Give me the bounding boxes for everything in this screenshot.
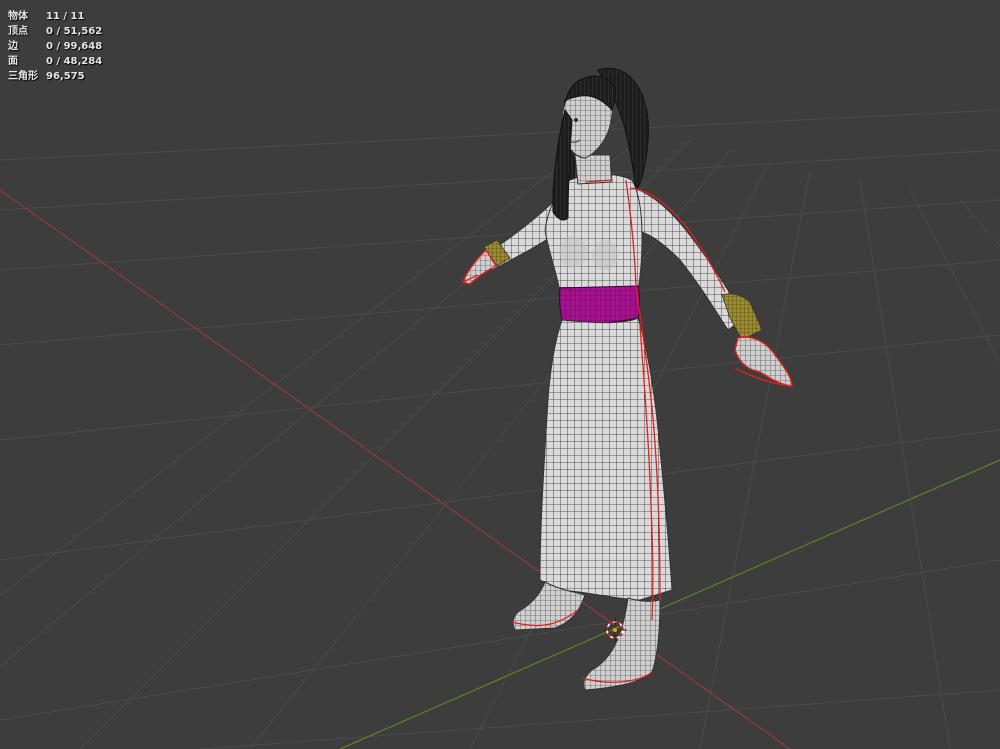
viewport-scene[interactable] — [0, 0, 1000, 749]
stat-row-objects: 物体 11 / 11 — [8, 9, 102, 24]
stat-value: 0 / 48,284 — [46, 56, 103, 67]
stat-value: 11 / 11 — [46, 11, 85, 22]
stat-value: 0 / 99,648 — [46, 41, 103, 52]
stat-row-vertices: 顶点 0 / 51,562 — [8, 24, 102, 39]
stat-label: 边 — [8, 41, 18, 52]
stat-label: 三角形 — [8, 71, 38, 82]
stat-value: 96,575 — [46, 71, 85, 82]
character-mesh-icon[interactable] — [462, 67, 793, 691]
3d-viewport[interactable]: 物体 11 / 11 顶点 0 / 51,562 边 0 / 99,648 面 … — [0, 0, 1000, 749]
x-axis-line — [0, 189, 791, 749]
stat-value: 0 / 51,562 — [46, 26, 103, 37]
statistics-overlay: 物体 11 / 11 顶点 0 / 51,562 边 0 / 99,648 面 … — [8, 9, 102, 84]
stat-label: 顶点 — [8, 26, 28, 37]
stat-row-faces: 面 0 / 48,284 — [8, 54, 102, 69]
stat-label: 面 — [8, 56, 18, 67]
stat-label: 物体 — [8, 11, 28, 22]
stat-row-triangles: 三角形 96,575 — [8, 69, 102, 84]
floor-grid — [0, 109, 1000, 749]
stat-row-edges: 边 0 / 99,648 — [8, 39, 102, 54]
